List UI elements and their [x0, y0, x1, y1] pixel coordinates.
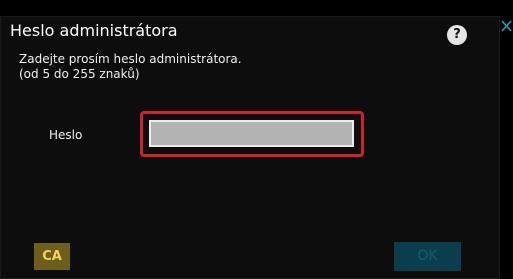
- ca-button[interactable]: CA: [34, 243, 70, 270]
- ok-button[interactable]: OK: [394, 242, 461, 271]
- admin-password-dialog: Heslo administrátora ? Zadejte prosím he…: [0, 16, 500, 279]
- dialog-title: Heslo administrátora: [10, 21, 178, 40]
- screen: Heslo administrátora ? Zadejte prosím he…: [0, 0, 513, 279]
- password-field-highlight: [140, 111, 364, 157]
- close-icon: [501, 20, 512, 32]
- password-input[interactable]: [149, 120, 354, 147]
- help-icon[interactable]: ?: [447, 25, 467, 45]
- password-label: Heslo: [49, 128, 83, 142]
- length-hint-text: (od 5 do 255 znaků): [19, 67, 140, 81]
- close-button[interactable]: [500, 16, 513, 38]
- instruction-text: Zadejte prosím heslo administrátora.: [19, 52, 242, 66]
